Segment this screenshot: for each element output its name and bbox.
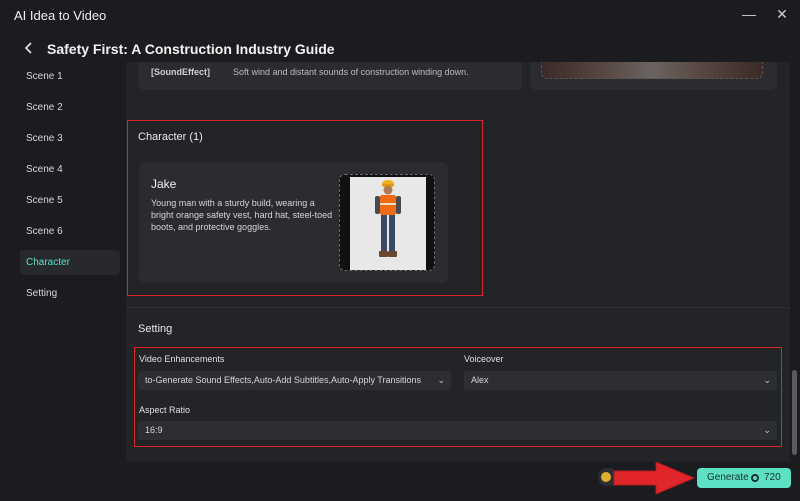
scene-image-card	[530, 62, 777, 90]
character-image[interactable]	[339, 174, 435, 271]
sidebar-item-scene-4[interactable]: Scene 4	[20, 157, 120, 182]
voiceover-select[interactable]: Alex ⌄	[464, 371, 777, 390]
voiceover-label: Voiceover	[464, 354, 504, 364]
chevron-down-icon: ⌄	[437, 375, 445, 385]
chevron-left-icon[interactable]	[22, 40, 36, 56]
close-icon[interactable]: ✕	[775, 7, 789, 21]
sidebar-item-scene-3[interactable]: Scene 3	[20, 126, 120, 151]
generate-button[interactable]: Generate 720	[697, 468, 791, 488]
sidebar-item-scene-1[interactable]: Scene 1	[20, 64, 120, 89]
scrollbar[interactable]	[790, 62, 800, 463]
app-title: AI Idea to Video	[14, 8, 107, 23]
title-bar: AI Idea to Video — ✕	[0, 0, 800, 30]
setting-heading: Setting	[138, 323, 173, 335]
setting-section: Setting Video Enhancements to-Generate S…	[126, 308, 790, 458]
scene-sound-effect-card: [SoundEffect] Soft wind and distant soun…	[138, 62, 522, 90]
credit-count: 720	[764, 472, 781, 483]
chevron-down-icon: ⌄	[763, 425, 771, 435]
chevron-down-icon: ⌄	[763, 375, 771, 385]
sidebar-item-scene-2[interactable]: Scene 2	[20, 95, 120, 120]
sidebar-item-scene-5[interactable]: Scene 5	[20, 188, 120, 213]
toggle-knob	[601, 472, 611, 482]
character-card[interactable]: Jake Young man with a sturdy build, wear…	[139, 162, 448, 283]
voiceover-value: Alex	[471, 375, 489, 385]
page-header: Safety First: A Construction Industry Gu…	[0, 30, 800, 66]
scrollbar-thumb[interactable]	[792, 370, 797, 455]
character-description: Young man with a sturdy build, wearing a…	[151, 198, 333, 232]
sound-effect-text: Soft wind and distant sounds of construc…	[233, 67, 469, 77]
arrow-annotation-icon	[613, 462, 696, 495]
construction-worker-image	[340, 175, 434, 270]
minimize-icon[interactable]: —	[742, 7, 756, 21]
aspect-ratio-select[interactable]: 16:9 ⌄	[138, 421, 777, 440]
main-panel: [SoundEffect] Soft wind and distant soun…	[126, 62, 790, 463]
video-enhancements-value: to-Generate Sound Effects,Auto-Add Subti…	[145, 375, 421, 385]
scene-thumbnail[interactable]	[541, 62, 763, 79]
sound-effect-tag: [SoundEffect]	[151, 67, 210, 77]
sidebar-item-setting[interactable]: Setting	[20, 281, 120, 306]
aspect-ratio-label: Aspect Ratio	[139, 405, 191, 415]
aspect-ratio-value: 16:9	[145, 425, 163, 435]
sidebar-item-scene-6[interactable]: Scene 6	[20, 219, 120, 244]
page-title: Safety First: A Construction Industry Gu…	[47, 41, 335, 57]
video-enhancements-select[interactable]: to-Generate Sound Effects,Auto-Add Subti…	[138, 371, 451, 390]
character-name: Jake	[151, 177, 177, 191]
generate-label: Generate	[707, 472, 749, 483]
sidebar-item-character[interactable]: Character	[20, 250, 120, 275]
video-enhancements-label: Video Enhancements	[139, 354, 225, 364]
sidebar: Scene 1 Scene 2 Scene 3 Scene 4 Scene 5 …	[0, 62, 126, 462]
character-heading: Character (1)	[138, 131, 203, 143]
credit-coin-icon	[751, 474, 759, 482]
footer: Generate 720	[0, 462, 800, 501]
character-section: Character (1) Jake Young man with a stur…	[126, 105, 790, 295]
